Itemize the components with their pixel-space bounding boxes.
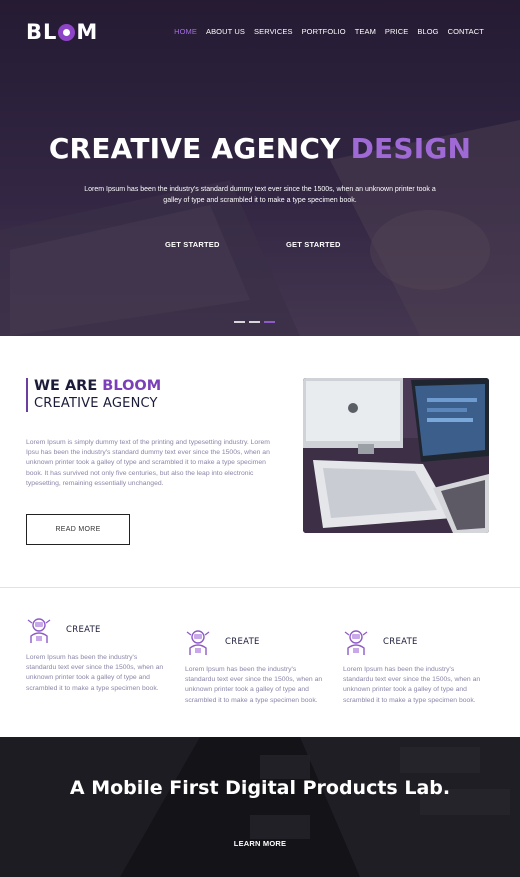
nav-item-price[interactable]: PRICE <box>385 27 408 36</box>
nav-item-about-us[interactable]: ABOUT US <box>206 27 245 36</box>
hero-description: Lorem Ipsum has been the industry's stan… <box>84 186 436 204</box>
hero-title-main: CREATIVE AGENCY <box>48 132 351 165</box>
feature-description: Lorem Ipsum has been the industry's stan… <box>185 666 323 704</box>
cta-section: A Mobile First Digital Products Lab. LEA… <box>0 737 520 877</box>
main-nav: HOME ABOUT US SERVICES PORTFOLIO TEAM PR… <box>174 27 484 36</box>
section-divider <box>0 587 520 588</box>
hero-title-accent: DESIGN <box>350 132 472 165</box>
cta-title: A Mobile First Digital Products Lab. <box>69 777 451 799</box>
nav-item-services[interactable]: SERVICES <box>254 27 293 36</box>
feature-title: CREATE <box>225 637 260 647</box>
learn-more-button[interactable]: LEARN MORE <box>0 839 520 848</box>
nav-item-blog[interactable]: BLOG <box>417 27 438 36</box>
hero-section: BL M HOME ABOUT US SERVICES PORTFOLIO TE… <box>0 0 520 336</box>
robot-icon <box>27 618 51 643</box>
read-more-button[interactable]: READ MORE <box>26 514 130 545</box>
laptop-photo-illustration <box>303 378 489 533</box>
feature-title: CREATE <box>383 637 418 647</box>
slider-dot-1[interactable] <box>234 321 245 323</box>
brand-logo[interactable]: BL M <box>26 20 98 44</box>
laptop-photo <box>303 378 489 533</box>
hero-overlay <box>0 0 520 336</box>
logo-text-prefix: BL <box>26 20 58 44</box>
cta-background-image <box>0 737 520 877</box>
get-started-button-1[interactable]: GET STARTED <box>165 240 220 249</box>
nav-item-team[interactable]: TEAM <box>355 27 376 36</box>
robot-icon <box>344 630 368 655</box>
slider-dot-2[interactable] <box>249 321 260 323</box>
about-heading: WE ARE BLOOM CREATIVE AGENCY <box>26 378 161 412</box>
nav-item-contact[interactable]: CONTACT <box>448 27 484 36</box>
logo-text-suffix: M <box>76 20 99 44</box>
about-title-accent: BLOOM <box>102 378 162 394</box>
logo-o-icon <box>58 23 76 41</box>
hero-title: CREATIVE AGENCY DESIGN <box>0 132 520 165</box>
feature-title: CREATE <box>66 625 101 635</box>
get-started-button-2[interactable]: GET STARTED <box>286 240 341 249</box>
about-title: WE ARE BLOOM <box>34 378 161 395</box>
nav-item-home[interactable]: HOME <box>174 27 197 36</box>
about-subtitle: CREATIVE AGENCY <box>34 396 158 411</box>
about-description: Lorem Ipsum is simply dummy text of the … <box>26 439 270 487</box>
feature-description: Lorem Ipsum has been the industry's stan… <box>343 666 481 704</box>
slider-dots <box>234 321 275 323</box>
robot-icon <box>186 630 210 655</box>
feature-description: Lorem Ipsum has been the industry's stan… <box>26 654 164 692</box>
slider-dot-3[interactable] <box>264 321 275 323</box>
nav-item-portfolio[interactable]: PORTFOLIO <box>302 27 346 36</box>
about-title-prefix: WE ARE <box>34 378 103 394</box>
